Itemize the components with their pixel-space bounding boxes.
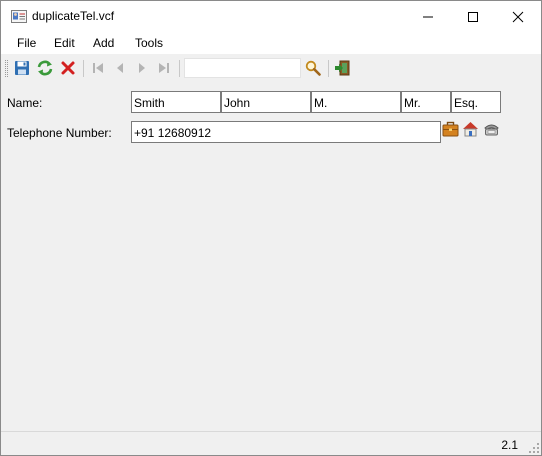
close-button[interactable] <box>495 1 541 32</box>
menu-file[interactable]: File <box>17 36 36 50</box>
close-icon <box>512 11 524 22</box>
minimize-button[interactable] <box>405 1 451 32</box>
name-prefix-field[interactable] <box>401 91 451 113</box>
exit-button[interactable] <box>333 59 351 77</box>
toolbar-separator <box>179 60 180 77</box>
maximize-icon <box>468 11 478 22</box>
toolbar-separator <box>328 60 329 77</box>
status-bar: 2.1 <box>1 431 541 455</box>
exit-icon <box>334 60 349 76</box>
vcard-icon <box>11 10 27 23</box>
save-icon <box>15 61 29 75</box>
menu-add[interactable]: Add <box>93 36 114 50</box>
toolbar-grip[interactable] <box>5 60 8 77</box>
title-bar: duplicateTel.vcf <box>1 1 541 32</box>
refresh-button[interactable] <box>36 59 54 77</box>
menu-tools[interactable]: Tools <box>135 36 163 50</box>
last-record-icon <box>159 63 169 73</box>
refresh-icon <box>37 60 53 76</box>
save-button[interactable] <box>13 59 31 77</box>
middle-name-field[interactable] <box>311 91 401 113</box>
previous-record-icon <box>117 63 123 73</box>
menu-bar: File Edit Add Tools <box>1 32 541 54</box>
menu-edit[interactable]: Edit <box>54 36 75 50</box>
minimize-icon <box>423 16 433 17</box>
first-record-icon <box>93 63 103 73</box>
name-suffix-field[interactable] <box>451 91 501 113</box>
next-record-button[interactable] <box>133 59 151 77</box>
given-name-field[interactable] <box>221 91 311 113</box>
search-icon <box>305 60 321 76</box>
last-record-button[interactable] <box>155 59 173 77</box>
version-label: 2.1 <box>501 438 518 452</box>
maximize-button[interactable] <box>450 1 496 32</box>
telephone-field[interactable] <box>131 121 441 143</box>
app-window: duplicateTel.vcf File Edit Add Tools Nam… <box>0 0 542 456</box>
name-label: Name: <box>7 96 43 110</box>
delete-button[interactable] <box>59 59 77 77</box>
resize-grip-icon[interactable] <box>529 443 539 453</box>
window-title: duplicateTel.vcf <box>32 9 115 23</box>
delete-icon <box>61 61 75 75</box>
first-record-button[interactable] <box>89 59 107 77</box>
phone-icon[interactable] <box>483 121 500 137</box>
telephone-label: Telephone Number: <box>7 126 112 140</box>
home-icon[interactable] <box>462 121 479 137</box>
search-input[interactable] <box>184 58 301 78</box>
toolbar-separator <box>83 60 84 77</box>
previous-record-button[interactable] <box>111 59 129 77</box>
family-name-field[interactable] <box>131 91 221 113</box>
next-record-icon <box>139 63 145 73</box>
toolbar <box>1 54 541 83</box>
search-button[interactable] <box>304 59 322 77</box>
work-briefcase-icon[interactable] <box>442 121 459 137</box>
